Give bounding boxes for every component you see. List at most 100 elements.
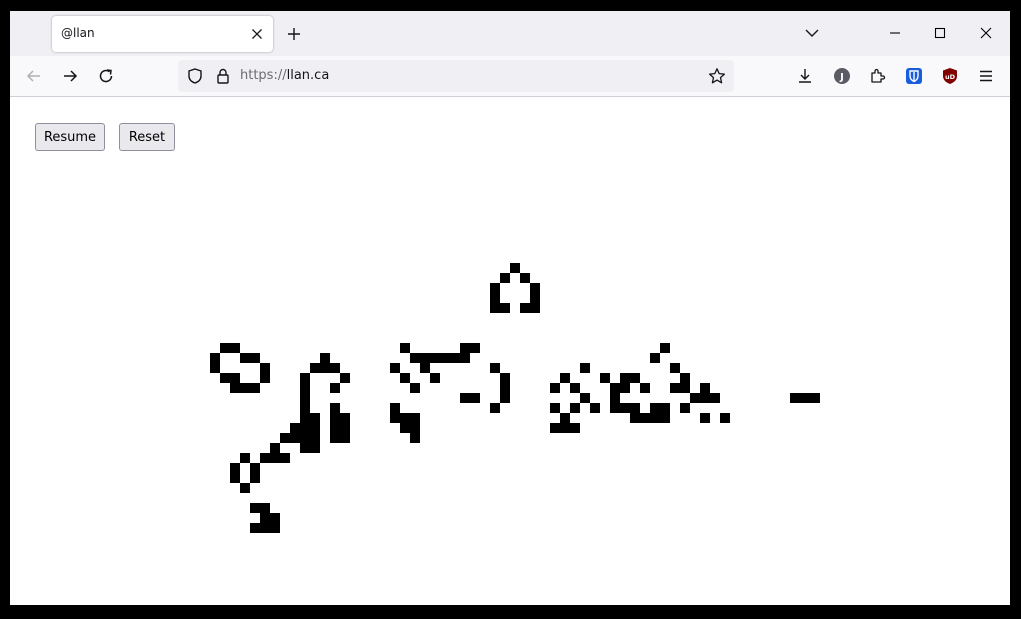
live-cell [300,403,310,413]
live-cell [250,473,260,483]
live-cell [630,373,640,383]
live-cell [260,373,270,383]
live-cell [660,403,670,413]
live-cell [660,343,670,353]
svg-text:J: J [839,72,844,83]
browser-window: @llan https://llan.ca J uD Resume Reset [10,11,1010,605]
live-cell [400,413,410,423]
download-icon[interactable] [795,66,815,86]
live-cell [250,503,260,513]
live-cell [330,403,340,413]
live-cell [560,413,570,423]
live-cell [310,363,320,373]
live-cell [550,423,560,433]
shield-icon[interactable] [185,66,205,86]
minimize-icon[interactable] [886,24,904,42]
live-cell [500,273,510,283]
live-cell [560,423,570,433]
live-cell [680,373,690,383]
chevron-down-icon[interactable] [802,23,822,43]
live-cell [650,403,660,413]
live-cell [340,413,350,423]
reset-button[interactable]: Reset [119,123,175,151]
live-cell [280,433,290,443]
live-cell [490,363,500,373]
live-cell [330,433,340,443]
tab-active[interactable]: @llan [52,16,273,52]
window-close-icon[interactable] [977,24,995,42]
live-cell [250,383,260,393]
maximize-icon[interactable] [931,24,949,42]
live-cell [250,523,260,533]
lock-icon[interactable] [213,66,233,86]
live-cell [560,373,570,383]
live-cell [390,363,400,373]
live-cell [550,403,560,413]
live-cell [500,373,510,383]
live-cell [700,393,710,403]
live-cell [430,373,440,383]
live-cell [410,433,420,443]
ublock-icon[interactable]: uD [940,66,960,86]
account-avatar-icon[interactable]: J [832,66,852,86]
tab-strip: @llan [10,11,1010,56]
back-arrow-icon[interactable] [24,66,44,86]
live-cell [330,383,340,393]
svg-text:uD: uD [945,73,956,81]
live-cell [500,393,510,403]
live-cell [250,353,260,363]
live-cell [500,303,510,313]
live-cell [570,423,580,433]
url-text[interactable]: https://llan.ca [240,68,329,83]
live-cell [310,413,320,423]
live-cell [470,393,480,403]
address-bar[interactable]: https://llan.ca [178,60,734,92]
live-cell [590,403,600,413]
live-cell [610,393,620,403]
live-cell [230,473,240,483]
live-cell [570,383,580,393]
live-cell [570,403,580,413]
live-cell [220,373,230,383]
live-cell [620,383,630,393]
live-cell [310,423,320,433]
live-cell [640,383,650,393]
live-cell [490,303,500,313]
hamburger-menu-icon[interactable] [976,66,996,86]
live-cell [230,383,240,393]
forward-arrow-icon[interactable] [60,66,80,86]
live-cell [330,413,340,423]
reload-icon[interactable] [96,66,116,86]
live-cell [410,353,420,363]
live-cell [300,393,310,403]
close-icon[interactable] [247,24,267,44]
live-cell [680,383,690,393]
live-cell [610,383,620,393]
url-host: llan.ca [286,68,330,83]
live-cell [240,483,250,493]
puzzle-icon[interactable] [868,66,888,86]
live-cell [700,413,710,423]
live-cell [230,343,240,353]
resume-button[interactable]: Resume [35,123,105,151]
live-cell [810,393,820,403]
live-cell [800,393,810,403]
live-cell [550,383,560,393]
live-cell [400,423,410,433]
live-cell [340,433,350,443]
live-cell [500,383,510,393]
live-cell [270,453,280,463]
live-cell [300,383,310,393]
live-cell [320,353,330,363]
live-cell [580,363,590,373]
plus-icon[interactable] [284,24,304,44]
live-cell [240,383,250,393]
star-icon[interactable] [707,66,727,86]
live-cell [270,523,280,533]
bitwarden-icon[interactable] [904,66,924,86]
live-cell [410,423,420,433]
live-cell [790,393,800,403]
live-cell [260,513,270,523]
life-board[interactable] [10,97,1010,605]
live-cell [620,403,630,413]
